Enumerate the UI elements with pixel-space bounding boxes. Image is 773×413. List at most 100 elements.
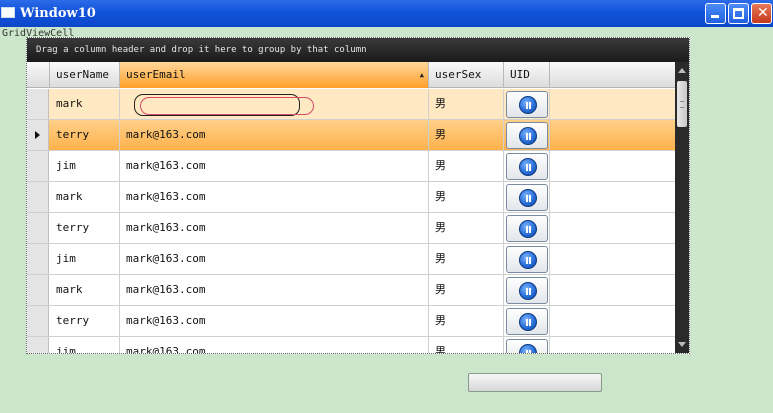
- close-icon: ✕: [757, 5, 769, 21]
- uid-button[interactable]: [506, 246, 548, 273]
- uid-button[interactable]: [506, 153, 548, 180]
- cell-uid[interactable]: [504, 213, 550, 243]
- table-row[interactable]: jim mark@163.com 男: [27, 244, 675, 275]
- cell-username-text: jim: [56, 252, 76, 265]
- cell-usersex[interactable]: 男: [429, 213, 504, 243]
- cell-useremail-text: mark@163.com: [126, 159, 206, 172]
- table-row[interactable]: jim mark@163.com 男: [27, 337, 675, 353]
- cell-uid[interactable]: [504, 151, 550, 181]
- cell-username[interactable]: mark: [50, 182, 120, 212]
- cell-useremail[interactable]: mark@163.com: [120, 182, 429, 212]
- scroll-down-icon[interactable]: [678, 342, 686, 347]
- uid-button[interactable]: [506, 91, 548, 118]
- cell-usersex-text: 男: [435, 283, 446, 296]
- row-indicator[interactable]: [27, 89, 49, 119]
- pause-icon: [519, 96, 537, 114]
- cell-useremail[interactable]: mark@163.com: [120, 244, 429, 274]
- column-header-username[interactable]: userName: [50, 62, 120, 88]
- cell-username[interactable]: terry: [50, 306, 120, 336]
- cell-uid[interactable]: [504, 120, 550, 150]
- cell-useremail-text: mark@163.com: [126, 314, 206, 327]
- vertical-scrollbar[interactable]: [675, 62, 689, 353]
- table-row[interactable]: terry mark@163.com 男: [27, 213, 675, 244]
- cell-usersex[interactable]: 男: [429, 120, 504, 150]
- cell-username[interactable]: mark: [50, 89, 120, 119]
- cell-username-text: terry: [56, 314, 90, 327]
- close-button[interactable]: ✕: [751, 3, 772, 24]
- minimize-button[interactable]: [705, 3, 726, 24]
- data-grid[interactable]: Drag a column header and drop it here to…: [26, 37, 690, 354]
- row-indicator[interactable]: [27, 337, 49, 353]
- uid-button[interactable]: [506, 184, 548, 211]
- cell-username[interactable]: mark: [50, 275, 120, 305]
- cell-uid[interactable]: [504, 306, 550, 336]
- group-panel[interactable]: Drag a column header and drop it here to…: [27, 38, 689, 62]
- title-bar[interactable]: Window10 ✕: [0, 0, 773, 27]
- table-row[interactable]: mark mark@163.com 男: [27, 182, 675, 213]
- pause-icon: [519, 282, 537, 300]
- row-indicator[interactable]: [27, 306, 49, 336]
- cell-useremail[interactable]: mark@163.com: [120, 337, 429, 353]
- uid-button[interactable]: [506, 277, 548, 304]
- pause-icon: [519, 313, 537, 331]
- cell-uid[interactable]: [504, 244, 550, 274]
- table-row[interactable]: mark mark@163.com 男: [27, 275, 675, 306]
- cell-useremail[interactable]: mark@163.com: [120, 306, 429, 336]
- column-header-usersex[interactable]: userSex: [429, 62, 504, 88]
- column-header-label: UID: [510, 68, 530, 81]
- cell-usersex[interactable]: 男: [429, 275, 504, 305]
- cell-username[interactable]: terry: [50, 120, 120, 150]
- cell-usersex-text: 男: [435, 128, 446, 141]
- cell-useremail[interactable]: mark@163.com: [120, 120, 429, 150]
- uid-button[interactable]: [506, 308, 548, 335]
- cell-usersex[interactable]: 男: [429, 89, 504, 119]
- cell-username[interactable]: jim: [50, 151, 120, 181]
- cell-usersex[interactable]: 男: [429, 182, 504, 212]
- bottom-button[interactable]: [468, 373, 602, 392]
- cell-usersex[interactable]: 男: [429, 244, 504, 274]
- table-row[interactable]: mark 男: [27, 89, 675, 120]
- cell-uid[interactable]: [504, 182, 550, 212]
- cell-useremail[interactable]: mark@163.com: [120, 213, 429, 243]
- cell-username[interactable]: terry: [50, 213, 120, 243]
- column-header-label: userSex: [435, 68, 482, 81]
- cell-uid[interactable]: [504, 275, 550, 305]
- table-row[interactable]: terry mark@163.com 男: [27, 306, 675, 337]
- cell-useremail-text: mark@163.com: [126, 128, 206, 141]
- pause-icon: [519, 127, 537, 145]
- cell-usersex[interactable]: 男: [429, 151, 504, 181]
- cell-useremail[interactable]: mark@163.com: [120, 151, 429, 181]
- cell-usersex-text: 男: [435, 97, 446, 110]
- scroll-thumb[interactable]: [677, 81, 687, 127]
- row-indicator[interactable]: [27, 120, 49, 150]
- cell-username-text: terry: [56, 128, 90, 141]
- column-header-uid[interactable]: UID: [504, 62, 550, 88]
- scroll-up-icon[interactable]: [678, 68, 686, 73]
- cell-usersex-text: 男: [435, 314, 446, 327]
- cell-useremail[interactable]: mark@163.com: [120, 275, 429, 305]
- pause-icon: [519, 220, 537, 238]
- row-indicator[interactable]: [27, 213, 49, 243]
- row-indicator[interactable]: [27, 275, 49, 305]
- cell-useremail[interactable]: [120, 89, 429, 119]
- table-row[interactable]: terry mark@163.com 男: [27, 120, 675, 151]
- uid-button[interactable]: [506, 215, 548, 242]
- cell-usersex[interactable]: 男: [429, 337, 504, 353]
- cell-username[interactable]: jim: [50, 337, 120, 353]
- uid-button[interactable]: [506, 122, 548, 149]
- column-header-useremail[interactable]: userEmail ▲: [120, 62, 429, 88]
- cell-useremail-text: mark@163.com: [126, 221, 206, 234]
- cell-uid[interactable]: [504, 337, 550, 353]
- column-header-label: userEmail: [126, 68, 186, 81]
- cell-uid[interactable]: [504, 89, 550, 119]
- cell-usersex-text: 男: [435, 159, 446, 172]
- cell-username[interactable]: jim: [50, 244, 120, 274]
- row-indicator[interactable]: [27, 182, 49, 212]
- cell-usersex[interactable]: 男: [429, 306, 504, 336]
- uid-button[interactable]: [506, 339, 548, 353]
- maximize-icon: [733, 8, 744, 19]
- maximize-button[interactable]: [728, 3, 749, 24]
- row-indicator[interactable]: [27, 151, 49, 181]
- table-row[interactable]: jim mark@163.com 男: [27, 151, 675, 182]
- row-indicator[interactable]: [27, 244, 49, 274]
